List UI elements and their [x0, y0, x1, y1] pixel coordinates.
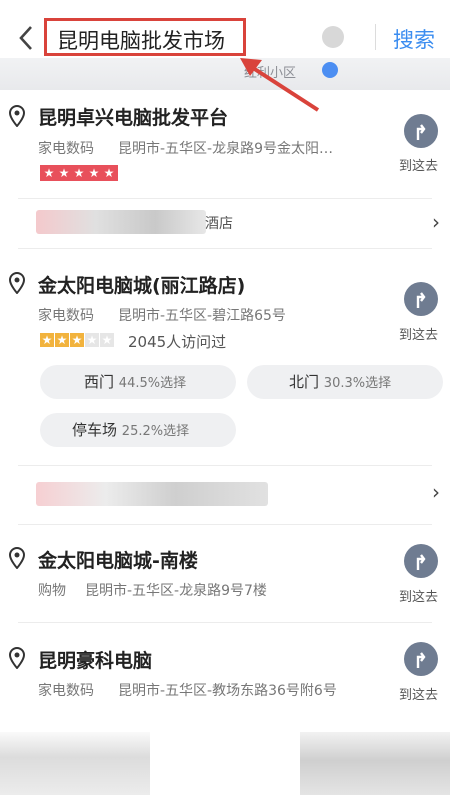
- blurred-related-item: [36, 210, 206, 234]
- route-arrow-icon: [416, 554, 426, 570]
- result-category: 家电数码: [38, 683, 94, 699]
- goto-label[interactable]: 到这去: [399, 324, 438, 343]
- blurred-bottom-content: [0, 732, 150, 795]
- star-icon: ★: [100, 333, 114, 347]
- route-arrow-icon: [416, 652, 426, 668]
- back-arrow-icon[interactable]: [16, 24, 36, 52]
- location-pin-icon: [8, 105, 26, 127]
- result-title[interactable]: 昆明卓兴电脑批发平台: [38, 103, 228, 130]
- clear-search-icon[interactable]: [322, 26, 344, 48]
- rating-stars: ★ ★ ★ ★ ★: [40, 333, 114, 347]
- goto-label[interactable]: 到这去: [399, 586, 438, 605]
- goto-label[interactable]: 到这去: [399, 155, 438, 174]
- star-icon: ★: [73, 166, 85, 180]
- navigate-button[interactable]: [404, 282, 438, 316]
- star-icon: ★: [43, 166, 55, 180]
- chip-percent: 44.5%选择: [118, 376, 187, 391]
- star-icon: ★: [40, 333, 54, 347]
- route-arrow-icon: [416, 292, 426, 308]
- location-pin-icon: [8, 647, 26, 669]
- search-input[interactable]: 昆明电脑批发市场: [44, 18, 246, 56]
- star-icon: ★: [70, 333, 84, 347]
- star-icon: ★: [88, 166, 100, 180]
- chevron-right-icon[interactable]: ›: [432, 210, 440, 234]
- chip-name: 停车场: [72, 421, 118, 439]
- location-pin-icon: [8, 272, 26, 294]
- related-item-text: 酒店: [205, 216, 233, 232]
- result-title[interactable]: 昆明豪科电脑: [38, 646, 152, 673]
- result-address: 昆明市-五华区-龙泉路9号7楼: [85, 583, 267, 599]
- result-address: 昆明市-五华区-碧江路65号: [118, 308, 286, 324]
- navigate-button[interactable]: [404, 642, 438, 676]
- blurred-bottom-content: [300, 732, 450, 795]
- search-header: 昆明电脑批发市场 搜索: [0, 0, 450, 58]
- chip-name: 西门: [84, 373, 115, 391]
- route-arrow-icon: [416, 124, 426, 140]
- divider: [18, 622, 432, 623]
- entrance-chip-north[interactable]: 北门 30.3%选择: [247, 365, 443, 399]
- blurred-related-item: [36, 482, 268, 506]
- star-icon: ★: [103, 166, 115, 180]
- entrance-chip-west[interactable]: 西门 44.5%选择: [40, 365, 236, 399]
- star-icon: ★: [85, 333, 99, 347]
- result-category: 家电数码: [38, 308, 94, 324]
- location-pin-icon: [8, 547, 26, 569]
- divider: [18, 465, 432, 466]
- search-button[interactable]: 搜索: [393, 24, 435, 54]
- result-address: 昆明市-五华区-教场东路36号附6号: [118, 683, 337, 699]
- visit-count: 2045人访问过: [128, 333, 227, 351]
- map-marker-icon: [322, 62, 338, 78]
- result-title[interactable]: 金太阳电脑城-南楼: [38, 546, 198, 573]
- rating-stars: ★ ★ ★ ★ ★: [40, 165, 118, 181]
- chip-percent: 30.3%选择: [323, 376, 392, 391]
- chevron-right-icon[interactable]: ›: [432, 480, 440, 504]
- entrance-chip-parking[interactable]: 停车场 25.2%选择: [40, 413, 236, 447]
- navigate-button[interactable]: [404, 544, 438, 578]
- star-icon: ★: [55, 333, 69, 347]
- search-input-value: 昆明电脑批发市场: [57, 29, 225, 53]
- divider: [18, 248, 432, 249]
- result-address: 昆明市-五华区-龙泉路9号金太阳…: [118, 141, 334, 157]
- divider: [18, 524, 432, 525]
- chip-name: 北门: [289, 373, 320, 391]
- result-category: 购物: [38, 583, 66, 599]
- star-icon: ★: [58, 166, 70, 180]
- map-area-label: 红利小区: [244, 66, 297, 81]
- divider: [18, 198, 432, 199]
- result-category: 家电数码: [38, 141, 94, 157]
- map-preview-strip: [0, 58, 450, 90]
- header-divider: [375, 24, 376, 50]
- chip-percent: 25.2%选择: [121, 424, 190, 439]
- result-title[interactable]: 金太阳电脑城(丽江路店): [38, 271, 245, 298]
- goto-label[interactable]: 到这去: [399, 684, 438, 703]
- navigate-button[interactable]: [404, 114, 438, 148]
